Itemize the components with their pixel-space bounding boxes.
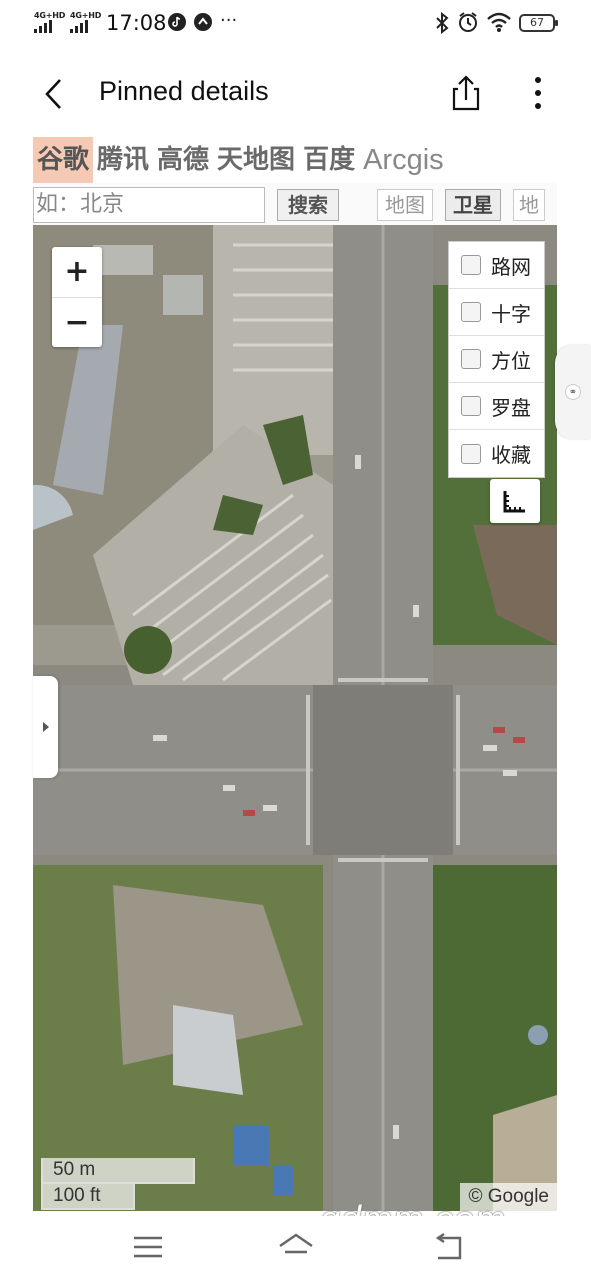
more-notifications-icon: ··· (220, 10, 238, 31)
zoom-control: + − (52, 247, 102, 347)
bluetooth-icon (436, 12, 449, 34)
home-button[interactable] (276, 1230, 316, 1264)
layer-compass[interactable]: 罗盘 (449, 383, 544, 430)
link-icon: ⚭ (565, 384, 581, 400)
tab-google[interactable]: 谷歌 (33, 137, 94, 183)
back-icon (435, 1233, 462, 1260)
layer-label: 收藏 (491, 443, 531, 467)
measure-ruler-button[interactable] (490, 479, 540, 523)
search-row: 如：北京 搜索 地图 卫星 地 (33, 183, 557, 225)
maptype-terrain-button[interactable]: 地 (513, 189, 545, 221)
signal-indicator-1: 4G+HD (34, 11, 66, 33)
left-drawer-handle[interactable] (33, 676, 58, 778)
tab-tencent[interactable]: 腾讯 (93, 137, 153, 183)
satellite-map[interactable]: + − 路网 十字 方位 罗盘 收藏 50 m 100 ft © Google (33, 225, 557, 1211)
tab-tianditu[interactable]: 天地图 (213, 137, 299, 183)
layer-label: 十字 (491, 301, 531, 326)
checkbox[interactable] (461, 443, 481, 464)
map-panel: 谷歌 腾讯 高德 天地图 百度 Arcgis 如：北京 搜索 地图 卫星 地 +… (33, 137, 557, 1211)
more-options-button[interactable] (520, 70, 556, 116)
maptype-map-button[interactable]: 地图 (377, 189, 433, 221)
menu-button[interactable] (128, 1230, 168, 1264)
home-icon (279, 1233, 313, 1254)
right-drawer-handle[interactable]: ⚭ (555, 345, 591, 439)
signal-bars-icon (34, 20, 52, 33)
app-notification-icon (194, 13, 212, 31)
layer-road-network[interactable]: 路网 (449, 242, 544, 289)
network-type-label: 4G+HD (34, 11, 66, 20)
layer-favorites[interactable]: 收藏 (449, 430, 544, 477)
ruler-icon (503, 491, 525, 513)
map-provider-tabs: 谷歌 腾讯 高德 天地图 百度 Arcgis (33, 137, 557, 183)
layer-label: 罗盘 (491, 395, 531, 420)
checkbox[interactable] (461, 349, 481, 369)
search-button[interactable]: 搜索 (277, 189, 339, 221)
page-title: Pinned details (99, 76, 269, 106)
signal-bars-icon (70, 20, 88, 33)
menu-icon (134, 1236, 162, 1258)
layer-crosshair[interactable]: 十字 (449, 289, 544, 336)
back-nav-button[interactable] (430, 1230, 470, 1264)
wifi-icon (487, 12, 511, 32)
caret-right-icon (42, 722, 49, 732)
alarm-icon (459, 12, 477, 32)
search-input[interactable]: 如：北京 (33, 187, 265, 223)
chevron-left-icon (45, 79, 61, 109)
tab-arcgis[interactable]: Arcgis (359, 137, 448, 183)
battery-icon: 67 (519, 14, 558, 32)
layer-label: 路网 (491, 254, 531, 279)
layer-bearing[interactable]: 方位 (449, 336, 544, 383)
tab-baidu[interactable]: 百度 (299, 137, 359, 183)
status-time: 17:08 (106, 11, 167, 35)
checkbox[interactable] (461, 396, 481, 416)
more-vertical-icon (535, 77, 541, 83)
status-bar: 4G+HD 4G+HD 17:08 ··· 67 (0, 0, 591, 48)
signal-indicator-2: 4G+HD (70, 11, 102, 33)
zoom-in-button[interactable]: + (52, 247, 102, 297)
scale-bar-imperial: 100 ft (41, 1184, 135, 1210)
checkbox[interactable] (461, 302, 481, 322)
tab-gaode[interactable]: 高德 (153, 137, 213, 183)
share-icon (452, 75, 480, 111)
share-button[interactable] (444, 72, 488, 116)
network-type-label: 4G+HD (70, 11, 102, 20)
checkbox[interactable] (461, 255, 481, 275)
zoom-out-button[interactable]: − (52, 297, 102, 347)
layer-label: 方位 (491, 348, 531, 373)
maptype-satellite-button[interactable]: 卫星 (445, 189, 501, 221)
scale-bar-metric: 50 m (41, 1158, 195, 1184)
tiktok-notification-icon (168, 13, 186, 31)
system-navigation-bar (0, 1216, 591, 1280)
app-header: Pinned details (0, 48, 591, 140)
back-button[interactable] (34, 74, 74, 114)
layer-checkbox-panel: 路网 十字 方位 罗盘 收藏 (448, 241, 545, 478)
